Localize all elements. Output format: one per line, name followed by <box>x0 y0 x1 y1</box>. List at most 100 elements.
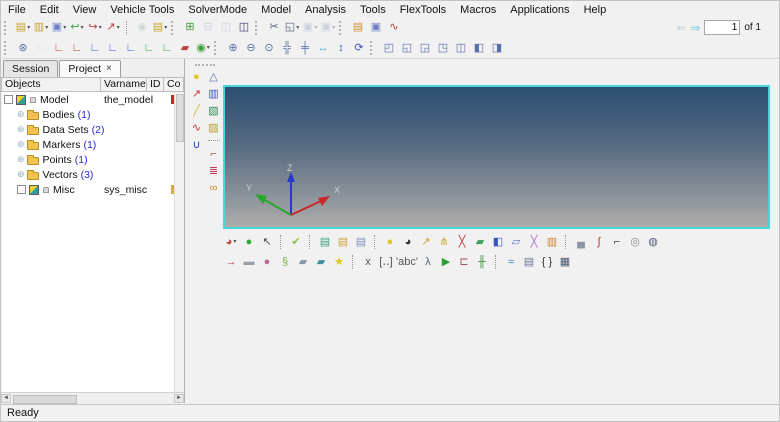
column-header-objects[interactable]: Objects <box>1 77 101 92</box>
vector-entity-icon[interactable]: ↗ <box>418 234 434 250</box>
xyz-origin-icon[interactable]: ● <box>189 69 205 86</box>
zoom-in-icon[interactable]: ⊕ <box>225 40 241 56</box>
script-file-icon[interactable]: ▤ <box>521 254 537 270</box>
fit-view-icon[interactable]: ⊙ <box>261 40 277 56</box>
add-report-icon[interactable]: ▤ <box>350 20 366 36</box>
menu-item-tools[interactable]: Tools <box>360 4 386 16</box>
expand-toggle[interactable] <box>17 185 26 194</box>
plate-graphic-icon[interactable]: ▰ <box>295 254 311 270</box>
pan-vertical-icon[interactable]: ↕ <box>333 40 349 56</box>
spin-view-icon[interactable]: ⊛ <box>15 40 31 56</box>
scrollbar-track[interactable] <box>11 394 174 403</box>
toolbar-drag-handle[interactable] <box>370 41 376 55</box>
force-entity-icon[interactable]: ∫ <box>591 234 607 250</box>
scroll-left-button[interactable]: ◄ <box>1 394 11 403</box>
view-bottom-icon[interactable]: ∟ <box>105 40 121 56</box>
shaded-mode-icon[interactable]: ● <box>241 234 257 250</box>
measure-icon[interactable]: ⌐ <box>206 146 222 163</box>
scroll-thumb[interactable] <box>176 94 184 142</box>
tree-horizontal-scrollbar[interactable]: ◄ ► <box>1 392 184 403</box>
view-manager-icon[interactable]: ◉▾ <box>195 40 211 56</box>
body-entity-icon[interactable]: ◕ <box>400 234 416 250</box>
view-top-icon[interactable]: ∟ <box>87 40 103 56</box>
recent-sessions-icon[interactable]: ▤▾ <box>152 20 168 36</box>
solid-graphic-icon[interactable]: ◧ <box>490 234 506 250</box>
marker-entity-icon[interactable]: ⋔ <box>436 234 452 250</box>
window-expand-icon[interactable]: ◧ <box>471 40 487 56</box>
paste-icon[interactable]: ▣▾ <box>302 20 318 36</box>
spline-icon[interactable]: ∪ <box>189 137 205 154</box>
torque-entity-icon[interactable]: ⌐ <box>609 234 625 250</box>
pan-cross-icon[interactable]: ╬ <box>279 40 295 56</box>
solver-string-icon[interactable]: 'abc' <box>396 254 418 270</box>
tree-item-bodies[interactable]: ⊛Bodies(1) <box>2 107 175 122</box>
new-page-icon[interactable]: ⊞ <box>182 20 198 36</box>
window-layout-1-icon[interactable]: ◰ <box>381 40 397 56</box>
mesh-triangle-icon[interactable]: △ <box>206 69 222 86</box>
export-dropdown-icon[interactable]: ▾ <box>99 25 102 31</box>
open-library-icon[interactable]: ▥▾ <box>33 20 49 36</box>
menu-item-help[interactable]: Help <box>584 4 607 16</box>
export-ppt-icon[interactable]: ↗▾ <box>105 20 121 36</box>
curve-data-icon[interactable]: ≈ <box>503 254 519 270</box>
tree-vertical-scrollbar[interactable] <box>174 92 184 393</box>
tab-close-icon[interactable]: × <box>106 64 112 74</box>
chart-bars-icon[interactable]: ▥ <box>206 86 222 103</box>
save-model-icon[interactable]: ▣▾ <box>51 20 67 36</box>
plot-curve-icon[interactable]: ∿ <box>386 20 402 36</box>
coordinate-point-icon[interactable]: ╳ <box>454 234 470 250</box>
entity-color-icon[interactable]: ◕▾ <box>223 234 239 250</box>
line-icon[interactable]: ╱ <box>189 103 205 120</box>
export-ppt-dropdown-icon[interactable]: ▾ <box>117 25 120 31</box>
box-graphic-icon[interactable]: ▰ <box>313 254 329 270</box>
curve-icon[interactable]: ∿ <box>189 120 205 137</box>
templex-icon[interactable]: λ <box>420 254 436 270</box>
point-entity-icon[interactable]: ● <box>382 234 398 250</box>
tab-project[interactable]: Project× <box>59 60 121 77</box>
tree-item-vectors[interactable]: ⊛Vectors(3) <box>2 167 175 182</box>
paste-special-dropdown-icon[interactable]: ▾ <box>332 25 335 31</box>
legend-icon[interactable]: ≣ <box>206 163 222 180</box>
gear-joint-icon[interactable]: ◎ <box>627 234 643 250</box>
column-header-varname[interactable]: Varname <box>101 77 147 92</box>
window-close-icon[interactable]: ◨ <box>489 40 505 56</box>
toolbar-drag-handle[interactable] <box>171 21 177 35</box>
deformable-surface-icon[interactable]: ▰ <box>472 234 488 250</box>
window-swap-icon[interactable]: ◫ <box>453 40 469 56</box>
expand-toggle[interactable] <box>4 95 13 104</box>
paste-dropdown-icon[interactable]: ▾ <box>314 25 317 31</box>
previous-page-icon[interactable]: ⇐ <box>676 22 686 34</box>
menu-item-model[interactable]: Model <box>261 4 291 16</box>
annotation-icon[interactable]: ▨ <box>206 120 222 137</box>
cut-icon[interactable]: ✂ <box>266 20 282 36</box>
save-model-dropdown-icon[interactable]: ▾ <box>63 25 66 31</box>
output-icon[interactable]: → <box>223 254 239 270</box>
menu-item-applications[interactable]: Applications <box>510 4 569 16</box>
capture-image-icon[interactable]: ▤ <box>317 234 333 250</box>
window-layout-2-icon[interactable]: ◱ <box>399 40 415 56</box>
window-layout-3-icon[interactable]: ◲ <box>417 40 433 56</box>
contour-legend-icon[interactable]: ▥ <box>544 234 560 250</box>
tree-item-points[interactable]: ⊛Points(1) <box>2 152 175 167</box>
menu-item-flextools[interactable]: FlexTools <box>400 4 446 16</box>
image-note-icon[interactable]: ▤ <box>335 234 351 250</box>
tree-item-model[interactable]: Modelthe_model <box>2 92 175 107</box>
window-layout-4-icon[interactable]: ◳ <box>435 40 451 56</box>
open-library-dropdown-icon[interactable]: ▾ <box>45 25 48 31</box>
vector-arrow-icon[interactable]: ↗ <box>189 86 205 103</box>
recent-sessions-dropdown-icon[interactable]: ▾ <box>164 25 167 31</box>
toolbar-drag-handle[interactable] <box>214 41 220 55</box>
open-model-dropdown-icon[interactable]: ▾ <box>27 25 30 31</box>
open-model-icon[interactable]: ▤▾ <box>15 20 31 36</box>
tree-item-data-sets[interactable]: ⊛Data Sets(2) <box>2 122 175 137</box>
bushing-icon[interactable]: ◍ <box>645 234 661 250</box>
ellipsoid-graphic-icon[interactable]: ● <box>259 254 275 270</box>
entity-color-dropdown-icon[interactable]: ▾ <box>233 239 236 245</box>
toolbar-drag-handle[interactable] <box>4 41 10 55</box>
expand-page-icon[interactable]: ◫ <box>218 20 234 36</box>
braces-icon[interactable]: { } <box>539 254 555 270</box>
axis-cross-icon[interactable]: ╳ <box>526 234 542 250</box>
column-header-co[interactable]: Co <box>164 77 184 92</box>
user-profile-icon[interactable]: ◉ <box>134 20 150 36</box>
paste-special-icon[interactable]: ▣▾ <box>320 20 336 36</box>
